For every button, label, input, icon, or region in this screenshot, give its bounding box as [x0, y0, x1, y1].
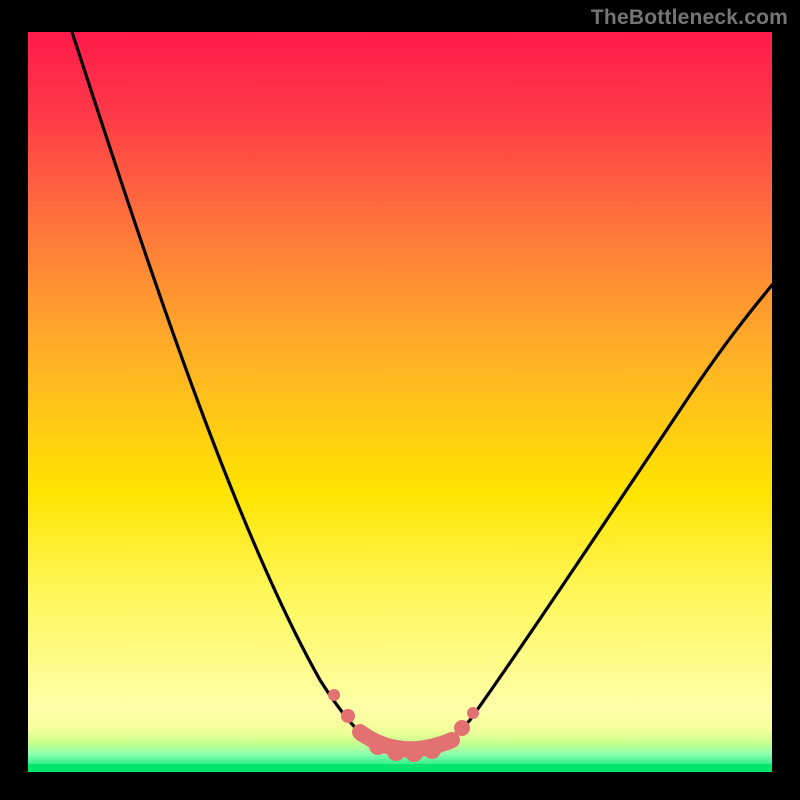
bottleneck-chart-svg [0, 0, 800, 800]
green-baseline [28, 764, 772, 772]
bottom-green-band [28, 708, 772, 772]
watermark-text: TheBottleneck.com [591, 6, 788, 30]
chart-stage: TheBottleneck.com [0, 0, 800, 800]
gradient-background [28, 32, 772, 708]
